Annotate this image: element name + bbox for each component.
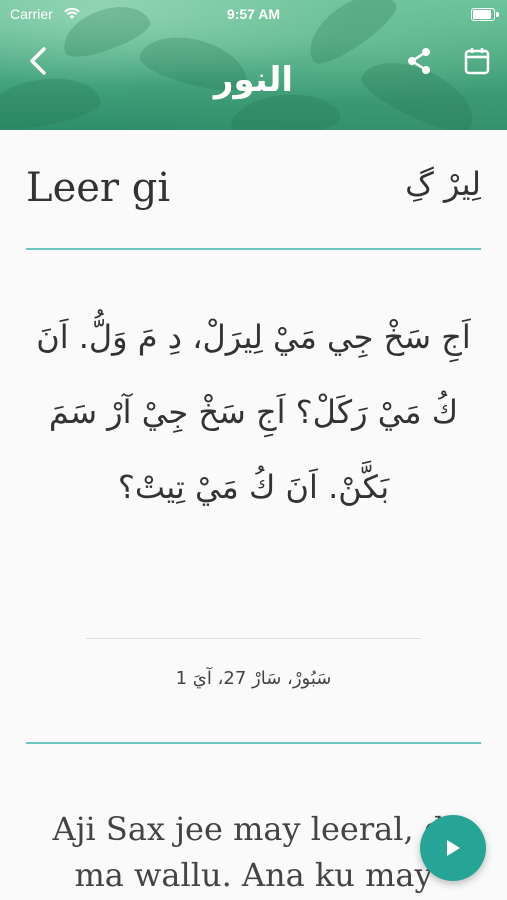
verse-arabic: اَجِ سَخْ جِي مَيْ لِيرَلْ، دِ مَ وَلُّ.… — [36, 318, 471, 506]
divider-top — [26, 248, 481, 250]
verse-english: Aji Sax jee may leeral, di ma wallu. Ana… — [52, 810, 455, 894]
play-icon — [447, 840, 460, 856]
status-bar: Carrier 9:57 AM — [0, 0, 507, 28]
word-row: Leer gi لِيرْ گِ — [26, 165, 481, 225]
word-english: Leer gi — [26, 165, 171, 211]
play-button[interactable] — [420, 815, 486, 881]
word-arabic: لِيرْ گِ — [405, 165, 481, 203]
share-icon[interactable] — [404, 46, 434, 76]
clock: 9:57 AM — [226, 6, 281, 22]
battery-icon — [471, 8, 499, 21]
verse-reference: سَبُورْ، سَارْ 27، آيَ 1 — [175, 668, 332, 689]
divider-thin — [86, 638, 421, 639]
calendar-icon[interactable] — [462, 46, 492, 76]
divider-bottom — [26, 742, 481, 744]
header-banner: Carrier 9:57 AM النور — [0, 0, 507, 130]
